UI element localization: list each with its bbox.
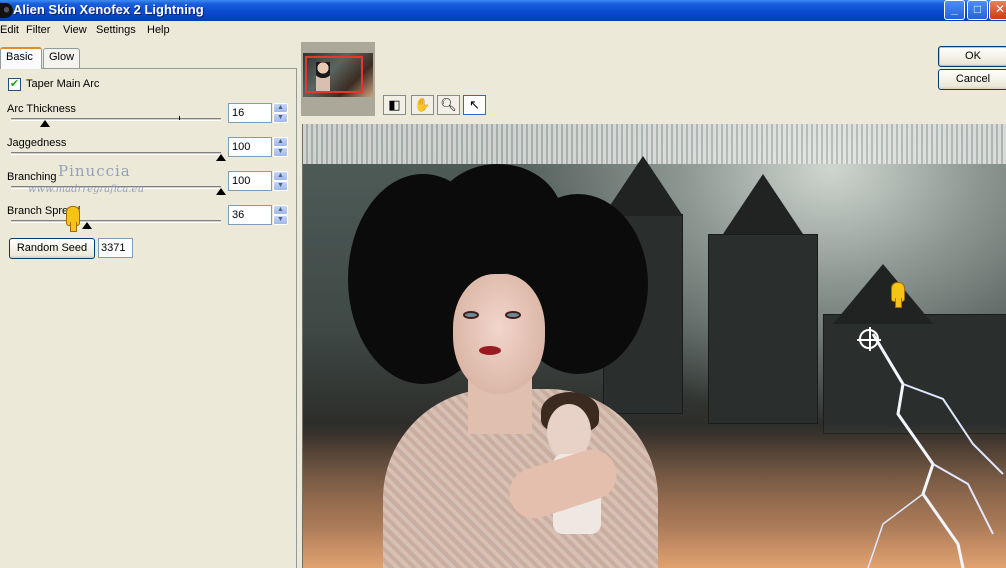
house-roof <box>833 264 933 324</box>
menu-view[interactable]: View <box>63 24 87 36</box>
arc-thickness-input[interactable]: 16 <box>228 103 272 123</box>
hair-top <box>433 164 563 274</box>
cancel-button[interactable]: Cancel <box>938 69 1006 90</box>
arc-thickness-spinner[interactable]: ▲ ▼ <box>273 103 288 123</box>
house-tower-center <box>708 234 818 424</box>
spin-down-icon[interactable]: ▼ <box>273 147 288 157</box>
spin-up-icon[interactable]: ▲ <box>273 171 288 181</box>
taper-main-arc-label: Taper Main Arc <box>26 78 100 90</box>
spin-up-icon[interactable]: ▲ <box>273 137 288 147</box>
arc-thickness-thumb[interactable] <box>39 120 50 127</box>
figure-face <box>453 274 545 394</box>
random-seed-button[interactable]: Random Seed <box>9 238 95 259</box>
branching-spinner[interactable]: ▲ ▼ <box>273 171 288 191</box>
minimize-button[interactable]: _ <box>944 0 965 20</box>
figure-lips <box>479 346 501 355</box>
navigator-view-rect[interactable] <box>305 56 363 93</box>
spin-up-icon[interactable]: ▲ <box>273 205 288 215</box>
slider-tick <box>179 116 180 120</box>
preview-canvas[interactable] <box>302 124 1006 568</box>
jaggedness-label: Jaggedness <box>7 137 67 149</box>
tab-basic[interactable]: Basic <box>0 47 42 69</box>
tab-glow[interactable]: Glow <box>43 48 80 68</box>
spin-down-icon[interactable]: ▼ <box>273 181 288 191</box>
jaggedness-thumb[interactable] <box>216 154 226 161</box>
title-bar: Alien Skin Xenofex 2 Lightning _ □ ✕ <box>0 0 1006 21</box>
figure-eye <box>505 311 521 319</box>
menu-edit[interactable]: Edit <box>0 24 19 36</box>
pointing-hand-icon <box>891 282 905 308</box>
arrow-pointer-icon[interactable]: ↖ <box>463 95 486 115</box>
jaggedness-slider[interactable] <box>11 152 221 155</box>
branch-spread-input[interactable]: 36 <box>228 205 272 225</box>
random-seed-input[interactable]: 3371 <box>98 238 133 258</box>
branching-label: Branching <box>7 171 57 183</box>
jaggedness-spinner[interactable]: ▲ ▼ <box>273 137 288 157</box>
window-title: Alien Skin Xenofex 2 Lightning <box>13 2 204 17</box>
arc-thickness-label: Arc Thickness <box>7 103 76 115</box>
spin-down-icon[interactable]: ▼ <box>273 215 288 225</box>
origin-crosshair-icon[interactable] <box>857 327 881 351</box>
app-icon <box>0 3 13 18</box>
jaggedness-input[interactable]: 100 <box>228 137 272 157</box>
lightning-bolt <box>867 333 1004 568</box>
watermark-url: www.madrregrafica.eu <box>28 184 144 195</box>
figure-eye <box>463 311 479 319</box>
preview-toggle-icon[interactable]: ◧ <box>383 95 406 115</box>
zoom-icon[interactable]: 🔍︎ <box>437 95 460 115</box>
maximize-button[interactable]: □ <box>967 0 988 20</box>
branch-spread-spinner[interactable]: ▲ ▼ <box>273 205 288 225</box>
house-roof <box>723 174 803 234</box>
spin-down-icon[interactable]: ▼ <box>273 113 288 123</box>
pointing-hand-icon <box>66 206 80 232</box>
menu-bar: Edit Filter View Settings Help <box>0 21 300 41</box>
branching-input[interactable]: 100 <box>228 171 272 191</box>
branch-spread-slider[interactable] <box>11 220 221 223</box>
watermark-name: Pinuccia <box>58 162 131 180</box>
hand-icon[interactable]: ✋ <box>411 95 434 115</box>
branch-spread-thumb[interactable] <box>81 222 92 229</box>
close-button[interactable]: ✕ <box>989 0 1006 20</box>
menu-filter[interactable]: Filter <box>26 24 50 36</box>
menu-help[interactable]: Help <box>147 24 170 36</box>
spin-up-icon[interactable]: ▲ <box>273 103 288 113</box>
branching-thumb[interactable] <box>216 188 226 195</box>
menu-settings[interactable]: Settings <box>96 24 136 36</box>
taper-main-arc-checkbox[interactable]: ✔ <box>8 78 21 91</box>
ok-button[interactable]: OK <box>938 46 1006 67</box>
